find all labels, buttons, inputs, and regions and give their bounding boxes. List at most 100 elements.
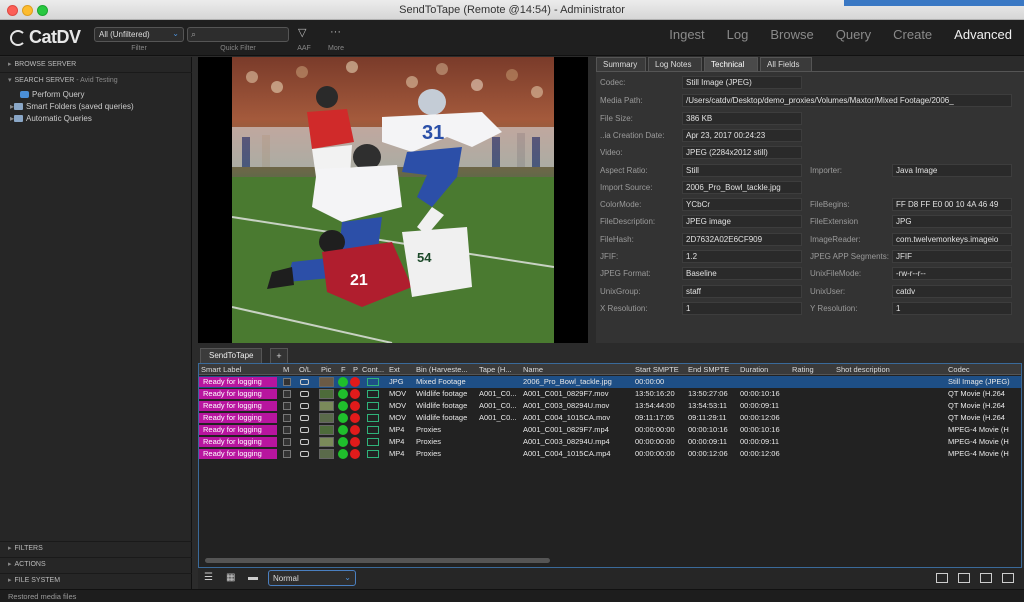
tab-log[interactable]: Log <box>727 27 749 42</box>
folder-icon <box>14 115 24 122</box>
filmstrip-view-icon[interactable]: ▬ <box>248 573 260 583</box>
media-path-field[interactable]: /Users/catdv/Desktop/demo_proxies/Volume… <box>682 94 1012 107</box>
jpeg-app-segments-field[interactable]: JFIF <box>892 250 1012 263</box>
unixgroup-field[interactable]: staff <box>682 285 802 298</box>
actions-section[interactable]: ▸ ACTIONS <box>0 560 192 574</box>
tab-all-fields[interactable]: All Fields <box>760 57 812 71</box>
unixfilemode-field[interactable]: -rw-r--r-- <box>892 267 1012 280</box>
add-tab-button[interactable]: + <box>270 348 288 363</box>
column-start-smpte[interactable]: Start SMPTE <box>635 365 685 374</box>
column-shot-description[interactable]: Shot description <box>836 365 946 374</box>
technical-panel: Codec: Still Image (JPEG) Media Path: /U… <box>596 71 1024 343</box>
mark-checkbox[interactable] <box>283 426 291 434</box>
end-smpte-cell: 13:50:27:06 <box>688 389 728 398</box>
column-bin[interactable]: Bin (Harveste... <box>416 365 476 374</box>
column-duration[interactable]: Duration <box>740 365 790 374</box>
tab-advanced[interactable]: Advanced <box>954 27 1012 42</box>
flag-red-icon <box>350 449 360 459</box>
tab-ingest[interactable]: Ingest <box>669 27 704 42</box>
sidebar-item-perform-query[interactable]: Perform Query <box>20 90 84 102</box>
table-row[interactable]: Ready for logging MP4 Proxies A001_C001_082… <box>199 424 1021 436</box>
flag-green-icon <box>338 437 348 447</box>
imagereader-field[interactable]: com.twelvemonkeys.imageio <box>892 233 1012 246</box>
column-m[interactable]: M <box>283 365 293 374</box>
column-ext[interactable]: Ext <box>389 365 413 374</box>
logo-text: CatDV <box>29 27 81 47</box>
table-row[interactable]: Ready for logging MOV Wildlife footage A001… <box>199 400 1021 412</box>
table-row[interactable]: Ready for logging JPG Mixed Footage 2006_Pr… <box>199 376 1021 388</box>
column-p[interactable]: P <box>353 365 361 374</box>
mark-checkbox[interactable] <box>283 390 291 398</box>
search-server-section[interactable]: ▾ SEARCH SERVER - Avid Testing <box>0 76 192 90</box>
colormode-field[interactable]: YCbCr <box>682 198 802 211</box>
column-smart-label[interactable]: Smart Label <box>201 365 279 374</box>
column-f[interactable]: F <box>341 365 349 374</box>
mark-checkbox[interactable] <box>283 450 291 458</box>
view-mode-select[interactable]: Normal ⌄ <box>268 570 356 586</box>
quick-filter-input[interactable]: ⌕ <box>187 27 289 42</box>
grid-view-icon[interactable]: ▦ <box>226 573 238 583</box>
media-viewer[interactable]: 31 21 54 <box>198 57 588 343</box>
video-field[interactable]: JPEG (2284x2012 still) <box>682 146 802 159</box>
tab-summary[interactable]: Summary <box>596 57 646 71</box>
tab-browse[interactable]: Browse <box>770 27 813 42</box>
filehash-field[interactable]: 2D7632A02E6CF909 <box>682 233 802 246</box>
filedescription-field[interactable]: JPEG image <box>682 215 802 228</box>
table-row[interactable]: Ready for logging MOV Wildlife footage A001… <box>199 388 1021 400</box>
x-resolution-field[interactable]: 1 <box>682 302 802 315</box>
tab-query[interactable]: Query <box>836 27 871 42</box>
column-tape[interactable]: Tape (H... <box>479 365 521 374</box>
column-content[interactable]: Cont... <box>362 365 386 374</box>
tape-cell: A001_C0... <box>479 413 517 422</box>
import-source-field[interactable]: 2006_Pro_Bowl_tackle.jpg <box>682 181 802 194</box>
table-row[interactable]: Ready for logging MP4 Proxies A001_C003_082… <box>199 436 1021 448</box>
layout-split-icon[interactable] <box>958 573 970 583</box>
tab-log-notes[interactable]: Log Notes <box>648 57 702 71</box>
triangle-right-icon: ▸ <box>8 61 12 68</box>
layout-left-panel-icon[interactable] <box>936 573 948 583</box>
more-icon[interactable]: ··· <box>330 26 341 38</box>
column-codec[interactable]: Codec <box>948 365 1020 374</box>
mark-checkbox[interactable] <box>283 378 291 386</box>
layout-right-panel-icon[interactable] <box>1002 573 1014 583</box>
ext-cell: MP4 <box>389 449 405 458</box>
mark-checkbox[interactable] <box>283 414 291 422</box>
filters-section[interactable]: ▸ FILTERS <box>0 544 192 558</box>
jfif-field[interactable]: 1.2 <box>682 250 802 263</box>
tab-technical[interactable]: Technical <box>704 57 758 71</box>
football-tackle-photo: 31 21 54 <box>232 57 554 343</box>
sidebar-item-automatic-queries[interactable]: ▸ Automatic Queries <box>10 114 92 126</box>
file-system-section[interactable]: ▸ FILE SYSTEM <box>0 576 192 590</box>
tab-sendtotape[interactable]: SendToTape <box>200 348 263 363</box>
aspect-ratio-field[interactable]: Still <box>682 164 802 177</box>
horizontal-scrollbar[interactable] <box>205 558 550 563</box>
codec-field[interactable]: Still Image (JPEG) <box>682 76 802 89</box>
photo-illustration: 31 21 54 <box>232 57 554 343</box>
column-end-smpte[interactable]: End SMPTE <box>688 365 738 374</box>
thumbnail <box>319 437 334 447</box>
table-row[interactable]: Ready for logging MP4 Proxies A001_C004_101… <box>199 448 1021 460</box>
sidebar-item-smart-folders[interactable]: ▸ Smart Folders (saved queries) <box>10 102 134 114</box>
filebegins-field[interactable]: FF D8 FF E0 00 10 4A 46 49 <box>892 198 1012 211</box>
y-resolution-field[interactable]: 1 <box>892 302 1012 315</box>
column-pic[interactable]: Pic <box>321 365 335 374</box>
jpeg-format-field[interactable]: Baseline <box>682 267 802 280</box>
ext-cell: MOV <box>389 401 407 410</box>
list-view-icon[interactable]: ☰ <box>204 573 216 583</box>
column-rating[interactable]: Rating <box>792 365 832 374</box>
fileextension-field[interactable]: JPG <box>892 215 1012 228</box>
importer-field[interactable]: Java Image <box>892 164 1012 177</box>
column-ol[interactable]: O/L <box>299 365 315 374</box>
file-size-field[interactable]: 386 KB <box>682 112 802 125</box>
status-bar: Restored media files <box>0 589 1024 602</box>
aaf-filter-icon[interactable]: ▽ <box>298 26 306 39</box>
media-creation-date-field[interactable]: Apr 23, 2017 00:24:23 <box>682 129 802 142</box>
filter-select[interactable]: All (Unfiltered) ⌄ <box>94 27 184 42</box>
tab-create[interactable]: Create <box>893 27 932 42</box>
column-name[interactable]: Name <box>523 365 633 374</box>
mark-checkbox[interactable] <box>283 438 291 446</box>
layout-top-panel-icon[interactable] <box>980 573 992 583</box>
table-row[interactable]: Ready for logging MOV Wildlife footage A001… <box>199 412 1021 424</box>
mark-checkbox[interactable] <box>283 402 291 410</box>
unixuser-field[interactable]: catdv <box>892 285 1012 298</box>
